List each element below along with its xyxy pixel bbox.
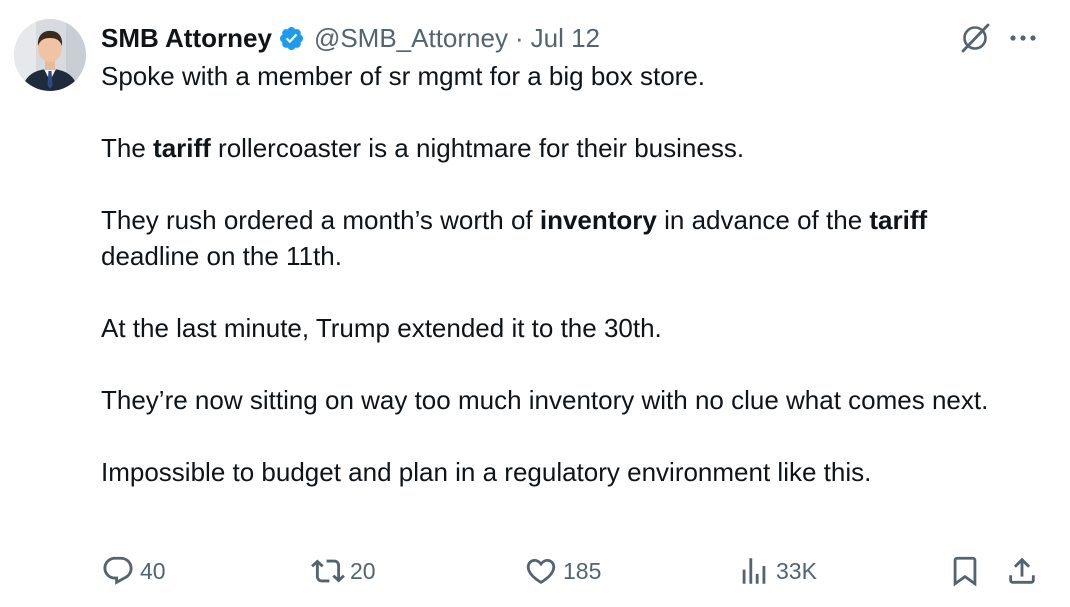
bookmark-button[interactable] <box>948 548 982 594</box>
views-chart-icon <box>742 558 766 584</box>
repost-count: 20 <box>350 557 376 584</box>
bold-keyword: tariff <box>869 205 928 235</box>
tweet-date[interactable]: Jul 12 <box>531 23 600 54</box>
share-button[interactable] <box>1005 548 1039 594</box>
share-icon <box>1009 557 1035 584</box>
views-count: 33K <box>776 557 817 584</box>
reply-button[interactable]: 40 <box>101 548 166 594</box>
bookmark-icon <box>953 556 977 587</box>
action-bar: 40 20 185 33K <box>0 548 1070 594</box>
bold-keyword: tariff <box>153 133 211 163</box>
more-icon[interactable] <box>1005 20 1041 56</box>
avatar-image <box>14 19 86 91</box>
display-name[interactable]: SMB Attorney <box>101 23 272 54</box>
tweet-paragraph: They’re now sitting on way too much inve… <box>101 385 989 415</box>
handle[interactable]: @SMB_Attorney <box>314 23 508 54</box>
like-count: 185 <box>563 557 602 584</box>
like-button[interactable]: 185 <box>524 548 601 594</box>
tweet-paragraph: They rush ordered a month’s worth of inv… <box>101 205 928 271</box>
tweet-text: Spoke with a member of sr mgmt for a big… <box>101 58 1021 490</box>
tweet-paragraph: At the last minute, Trump extended it to… <box>101 313 662 343</box>
tweet: SMB Attorney @SMB_Attorney · Jul 12 Spok… <box>0 0 1070 607</box>
avatar[interactable] <box>14 19 86 91</box>
separator-dot: · <box>514 22 524 53</box>
tweet-paragraph: Spoke with a member of sr mgmt for a big… <box>101 61 706 91</box>
bold-keyword: inventory <box>539 205 657 235</box>
verified-badge-icon[interactable] <box>278 25 305 52</box>
grok-icon[interactable] <box>957 20 993 56</box>
tweet-paragraph: Impossible to budget and plan in a regul… <box>101 457 872 487</box>
repost-icon <box>311 559 345 583</box>
tweet-header: SMB Attorney @SMB_Attorney · Jul 12 <box>101 18 600 58</box>
heart-icon <box>526 558 556 584</box>
repost-button[interactable]: 20 <box>311 548 376 594</box>
reply-icon <box>103 556 133 585</box>
tweet-paragraph: The tariff rollercoaster is a nightmare … <box>101 133 745 163</box>
reply-count: 40 <box>140 557 166 584</box>
views-button[interactable]: 33K <box>737 548 817 594</box>
